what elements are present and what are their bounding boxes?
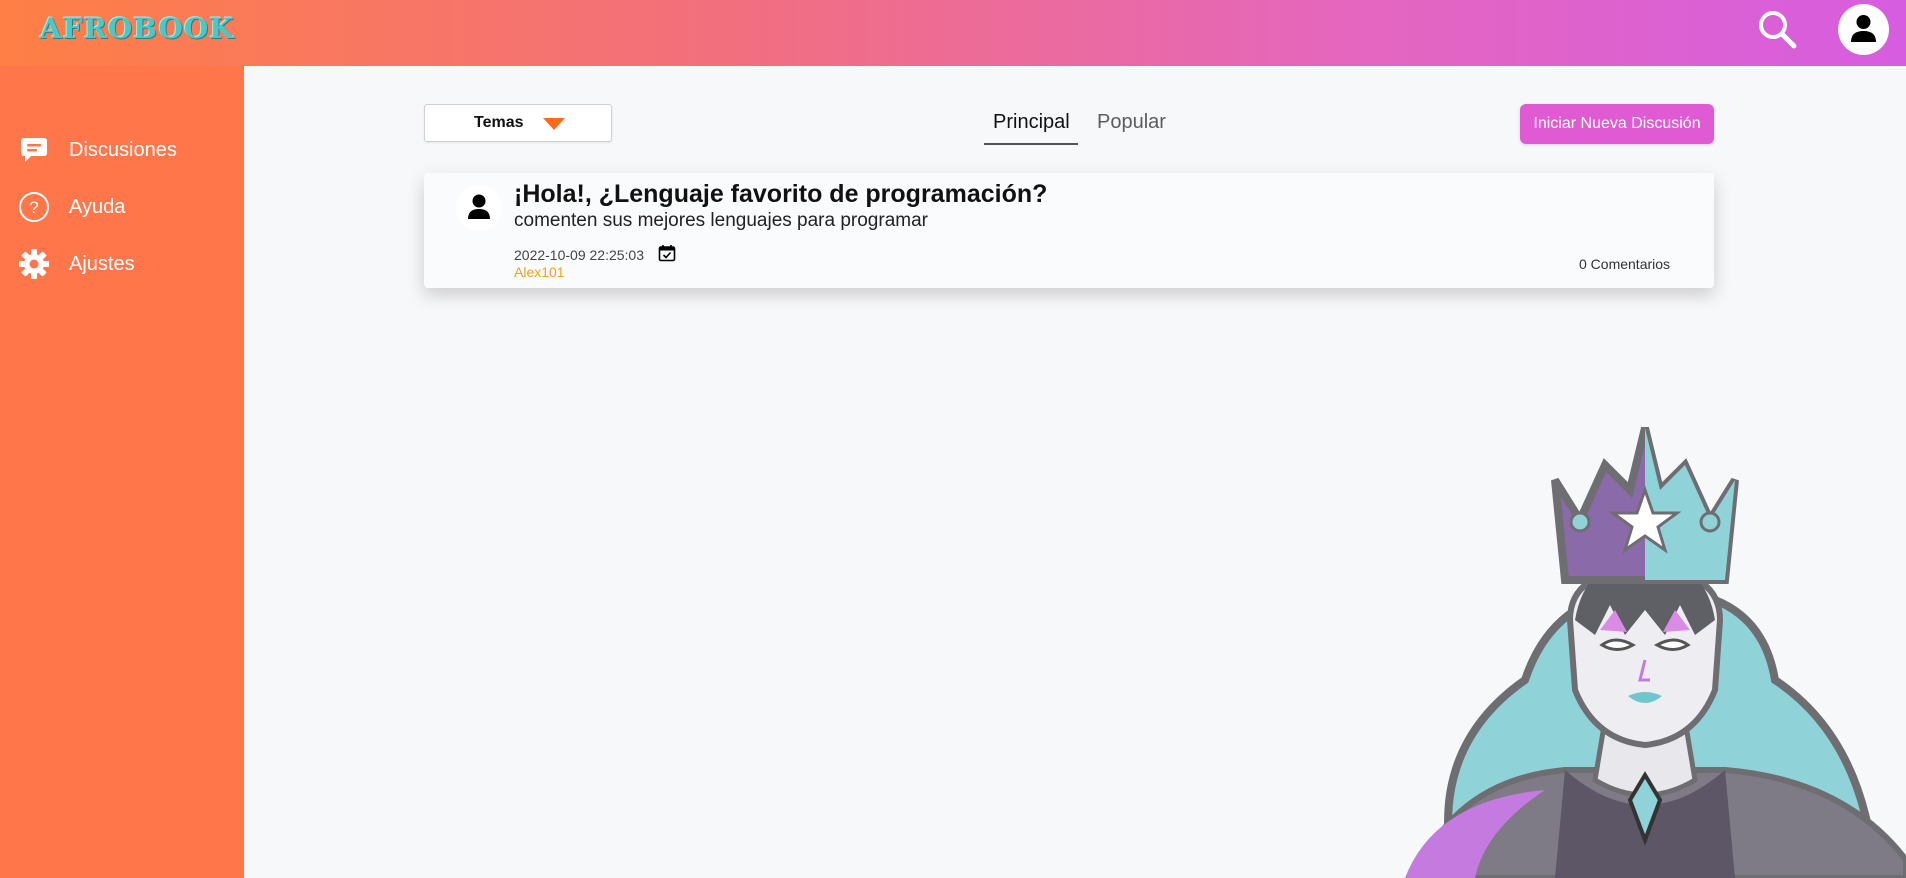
discussion-card[interactable]: ¡Hola!, ¿Lenguaje favorito de programaci… [424, 173, 1714, 288]
help-icon: ? [18, 191, 50, 223]
sidebar-item-ajustes[interactable]: Ajustes [18, 244, 238, 284]
search-icon[interactable] [1756, 8, 1798, 50]
topics-dropdown-label: Temas [474, 114, 524, 131]
app-logo[interactable]: AFROBOOK [40, 12, 235, 45]
sidebar-item-label: Discusiones [69, 138, 177, 161]
discussion-datetime: 2022-10-09 22:25:03 [514, 247, 644, 263]
sidebar-item-discusiones[interactable]: Discusiones [18, 130, 238, 170]
discussion-subtitle: comenten sus mejores lenguajes para prog… [514, 210, 928, 231]
user-icon [468, 194, 490, 219]
sidebar: Discusiones ? Ayuda Ajustes [0, 66, 244, 878]
topics-dropdown[interactable]: Temas [424, 104, 612, 142]
chat-icon [18, 134, 50, 166]
sidebar-item-label: Ayuda [69, 195, 126, 218]
svg-text:?: ? [29, 198, 38, 217]
mascot-illustration [1405, 427, 1906, 878]
top-bar: AFROBOOK [0, 0, 1906, 66]
avatar [456, 185, 502, 231]
account-button[interactable] [1838, 4, 1889, 55]
caret-down-icon [543, 117, 565, 135]
user-icon [1851, 15, 1876, 42]
gear-icon [18, 248, 50, 280]
discussion-title[interactable]: ¡Hola!, ¿Lenguaje favorito de programaci… [514, 180, 1047, 209]
active-tab-indicator [984, 143, 1078, 145]
sidebar-item-label: Ajustes [69, 252, 135, 275]
new-discussion-button[interactable]: Iniciar Nueva Discusión [1520, 104, 1714, 144]
discussion-author-link[interactable]: Alex101 [514, 264, 565, 280]
tab-principal[interactable]: Principal [993, 111, 1070, 134]
tab-popular[interactable]: Popular [1097, 111, 1166, 134]
calendar-check-icon [658, 244, 676, 267]
sidebar-item-ayuda[interactable]: ? Ayuda [18, 187, 238, 227]
comments-count[interactable]: 0 Comentarios [1579, 256, 1670, 272]
